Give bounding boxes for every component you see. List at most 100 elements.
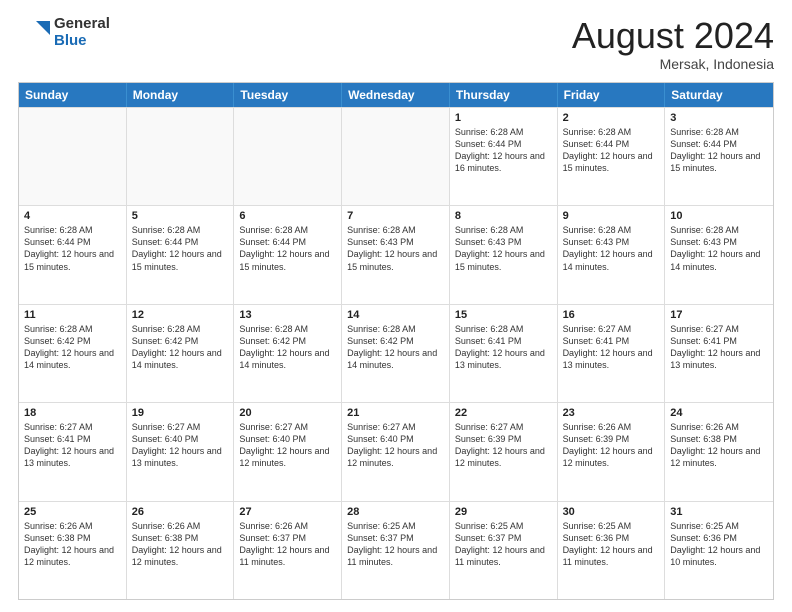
day-detail: Sunrise: 6:27 AM Sunset: 6:39 PM Dayligh… — [455, 421, 552, 470]
day-number: 13 — [239, 309, 336, 321]
day-detail: Sunrise: 6:27 AM Sunset: 6:41 PM Dayligh… — [563, 323, 660, 372]
logo-text: General Blue — [54, 16, 110, 49]
day-number: 23 — [563, 407, 660, 419]
day-number: 24 — [670, 407, 768, 419]
logo: General Blue — [18, 16, 110, 49]
calendar-cell: 19 Sunrise: 6:27 AM Sunset: 6:40 PM Dayli… — [127, 403, 235, 500]
logo-blue: Blue — [54, 33, 110, 50]
day-detail: Sunrise: 6:28 AM Sunset: 6:42 PM Dayligh… — [347, 323, 444, 372]
day-detail: Sunrise: 6:28 AM Sunset: 6:42 PM Dayligh… — [132, 323, 229, 372]
day-detail: Sunrise: 6:27 AM Sunset: 6:41 PM Dayligh… — [24, 421, 121, 470]
calendar-cell: 11Sunrise: 6:28 AM Sunset: 6:42 PM Dayli… — [19, 305, 127, 402]
calendar-cell: 15 Sunrise: 6:28 AM Sunset: 6:41 PM Dayli… — [450, 305, 558, 402]
calendar-cell: 16 Sunrise: 6:27 AM Sunset: 6:41 PM Dayli… — [558, 305, 666, 402]
calendar-day-header: Friday — [558, 83, 666, 107]
calendar-cell: 8 Sunrise: 6:28 AM Sunset: 6:43 PM Daylig… — [450, 206, 558, 303]
day-number: 4 — [24, 210, 121, 222]
calendar-cell: 7 Sunrise: 6:28 AM Sunset: 6:43 PM Daylig… — [342, 206, 450, 303]
calendar-cell: 9Sunrise: 6:28 AM Sunset: 6:43 PM Daylig… — [558, 206, 666, 303]
day-detail: Sunrise: 6:25 AM Sunset: 6:36 PM Dayligh… — [670, 520, 768, 569]
calendar-day-header: Saturday — [665, 83, 773, 107]
calendar-cell: 26 Sunrise: 6:26 AM Sunset: 6:38 PM Dayli… — [127, 502, 235, 599]
day-number: 1 — [455, 112, 552, 124]
day-number: 28 — [347, 506, 444, 518]
day-number: 15 — [455, 309, 552, 321]
calendar-cell: 13 Sunrise: 6:28 AM Sunset: 6:42 PM Dayli… — [234, 305, 342, 402]
calendar-cell: 21 Sunrise: 6:27 AM Sunset: 6:40 PM Dayli… — [342, 403, 450, 500]
day-number: 3 — [670, 112, 768, 124]
day-number: 5 — [132, 210, 229, 222]
day-detail: Sunrise: 6:28 AM Sunset: 6:41 PM Dayligh… — [455, 323, 552, 372]
day-detail: Sunrise: 6:28 AM Sunset: 6:44 PM Dayligh… — [455, 126, 552, 175]
calendar-cell: 23Sunrise: 6:26 AM Sunset: 6:39 PM Dayli… — [558, 403, 666, 500]
calendar-cell: 10 Sunrise: 6:28 AM Sunset: 6:43 PM Dayli… — [665, 206, 773, 303]
calendar-cell: 14 Sunrise: 6:28 AM Sunset: 6:42 PM Dayli… — [342, 305, 450, 402]
calendar-cell: 17Sunrise: 6:27 AM Sunset: 6:41 PM Dayli… — [665, 305, 773, 402]
day-number: 16 — [563, 309, 660, 321]
calendar-cell: 29 Sunrise: 6:25 AM Sunset: 6:37 PM Dayli… — [450, 502, 558, 599]
day-detail: Sunrise: 6:27 AM Sunset: 6:40 PM Dayligh… — [239, 421, 336, 470]
day-number: 26 — [132, 506, 229, 518]
day-number: 19 — [132, 407, 229, 419]
day-detail: Sunrise: 6:28 AM Sunset: 6:43 PM Dayligh… — [455, 224, 552, 273]
day-detail: Sunrise: 6:28 AM Sunset: 6:42 PM Dayligh… — [239, 323, 336, 372]
day-detail: Sunrise: 6:27 AM Sunset: 6:40 PM Dayligh… — [347, 421, 444, 470]
calendar-cell — [234, 108, 342, 205]
calendar-cell: 31Sunrise: 6:25 AM Sunset: 6:36 PM Dayli… — [665, 502, 773, 599]
day-number: 12 — [132, 309, 229, 321]
calendar-cell — [19, 108, 127, 205]
calendar-row: 4 Sunrise: 6:28 AM Sunset: 6:44 PM Daylig… — [19, 205, 773, 303]
calendar-day-header: Monday — [127, 83, 235, 107]
calendar-row: 11 Sunrise: 6:28 AM Sunset: 6:42 PM Dayli… — [19, 304, 773, 402]
day-detail: Sunrise: 6:26 AM Sunset: 6:38 PM Dayligh… — [132, 520, 229, 569]
day-detail: Sunrise: 6:25 AM Sunset: 6:37 PM Dayligh… — [455, 520, 552, 569]
day-number: 20 — [239, 407, 336, 419]
calendar-cell — [342, 108, 450, 205]
day-detail: Sunrise: 6:28 AM Sunset: 6:44 PM Dayligh… — [132, 224, 229, 273]
calendar-day-header: Tuesday — [234, 83, 342, 107]
day-detail: Sunrise: 6:28 AM Sunset: 6:43 PM Dayligh… — [347, 224, 444, 273]
calendar-row: 18 Sunrise: 6:27 AM Sunset: 6:41 PM Dayli… — [19, 402, 773, 500]
day-detail: Sunrise: 6:27 AM Sunset: 6:40 PM Dayligh… — [132, 421, 229, 470]
day-number: 21 — [347, 407, 444, 419]
calendar-cell: 18 Sunrise: 6:27 AM Sunset: 6:41 PM Dayli… — [19, 403, 127, 500]
calendar-cell: 12 Sunrise: 6:28 AM Sunset: 6:42 PM Dayli… — [127, 305, 235, 402]
calendar-header-row: SundayMondayTuesdayWednesdayThursdayFrid… — [19, 83, 773, 107]
title-block: August 2024 Mersak, Indonesia — [572, 16, 774, 72]
page-header: General Blue August 2024 Mersak, Indones… — [18, 16, 774, 72]
day-detail: Sunrise: 6:28 AM Sunset: 6:43 PM Dayligh… — [563, 224, 660, 273]
day-number: 22 — [455, 407, 552, 419]
calendar: SundayMondayTuesdayWednesdayThursdayFrid… — [18, 82, 774, 600]
calendar-cell: 5 Sunrise: 6:28 AM Sunset: 6:44 PM Daylig… — [127, 206, 235, 303]
day-detail: Sunrise: 6:27 AM Sunset: 6:41 PM Dayligh… — [670, 323, 768, 372]
day-number: 10 — [670, 210, 768, 222]
calendar-row: 1 Sunrise: 6:28 AM Sunset: 6:44 PM Daylig… — [19, 107, 773, 205]
day-number: 11 — [24, 309, 121, 321]
calendar-cell: 27Sunrise: 6:26 AM Sunset: 6:37 PM Dayli… — [234, 502, 342, 599]
calendar-body: 1 Sunrise: 6:28 AM Sunset: 6:44 PM Daylig… — [19, 107, 773, 599]
day-number: 29 — [455, 506, 552, 518]
day-detail: Sunrise: 6:28 AM Sunset: 6:44 PM Dayligh… — [670, 126, 768, 175]
calendar-day-header: Thursday — [450, 83, 558, 107]
location-subtitle: Mersak, Indonesia — [572, 56, 774, 72]
day-number: 25 — [24, 506, 121, 518]
calendar-cell: 2 Sunrise: 6:28 AM Sunset: 6:44 PM Daylig… — [558, 108, 666, 205]
calendar-cell: 30 Sunrise: 6:25 AM Sunset: 6:36 PM Dayli… — [558, 502, 666, 599]
calendar-cell: 1 Sunrise: 6:28 AM Sunset: 6:44 PM Daylig… — [450, 108, 558, 205]
day-detail: Sunrise: 6:28 AM Sunset: 6:44 PM Dayligh… — [563, 126, 660, 175]
calendar-cell: 6Sunrise: 6:28 AM Sunset: 6:44 PM Daylig… — [234, 206, 342, 303]
day-detail: Sunrise: 6:28 AM Sunset: 6:44 PM Dayligh… — [239, 224, 336, 273]
day-number: 14 — [347, 309, 444, 321]
day-detail: Sunrise: 6:25 AM Sunset: 6:36 PM Dayligh… — [563, 520, 660, 569]
day-detail: Sunrise: 6:28 AM Sunset: 6:43 PM Dayligh… — [670, 224, 768, 273]
day-number: 30 — [563, 506, 660, 518]
day-number: 18 — [24, 407, 121, 419]
calendar-cell: 4Sunrise: 6:28 AM Sunset: 6:44 PM Daylig… — [19, 206, 127, 303]
logo-general: General — [54, 16, 110, 33]
day-detail: Sunrise: 6:26 AM Sunset: 6:37 PM Dayligh… — [239, 520, 336, 569]
day-number: 8 — [455, 210, 552, 222]
logo-icon — [18, 17, 50, 49]
day-number: 7 — [347, 210, 444, 222]
day-number: 2 — [563, 112, 660, 124]
calendar-cell: 3 Sunrise: 6:28 AM Sunset: 6:44 PM Daylig… — [665, 108, 773, 205]
